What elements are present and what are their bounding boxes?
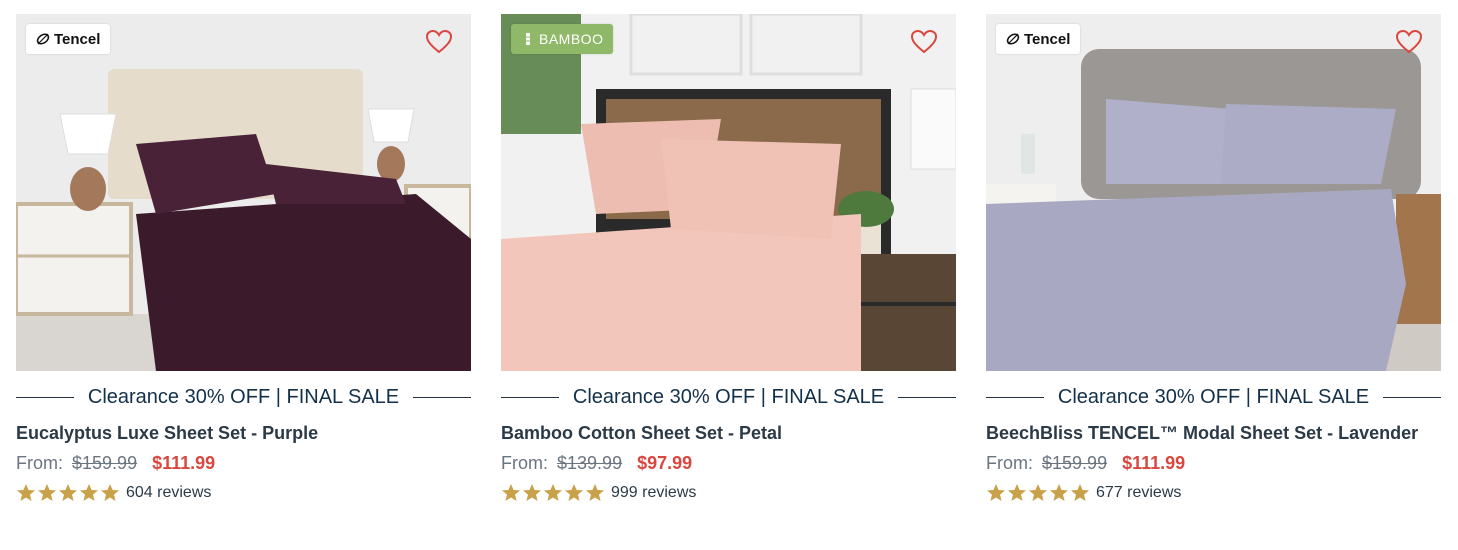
star-icon <box>586 484 604 501</box>
star-icon <box>1029 484 1047 501</box>
product-title[interactable]: Bamboo Cotton Sheet Set - Petal <box>501 419 956 447</box>
promo-text: Clearance 30% OFF | FINAL SALE <box>87 385 400 408</box>
divider <box>986 396 1044 398</box>
wishlist-heart-icon[interactable] <box>1395 28 1423 56</box>
product-card[interactable]: BAMBOO Clearance 30% OFF | FINAL SALE Ba… <box>501 14 956 507</box>
product-image[interactable]: BAMBOO <box>501 14 956 371</box>
from-label: From: <box>16 453 63 473</box>
review-count[interactable]: 999 reviews <box>611 484 696 502</box>
brand-badge-label: BAMBOO <box>539 31 604 47</box>
sale-price: $97.99 <box>637 453 693 473</box>
brand-badge: Tencel <box>996 24 1081 54</box>
product-title[interactable]: BeechBliss TENCEL™ Modal Sheet Set - Lav… <box>986 419 1441 447</box>
product-card[interactable]: Tencel Clearance 30% OFF | FINAL SALE Eu… <box>16 14 471 507</box>
divider <box>413 396 471 398</box>
leaf-icon <box>1006 33 1020 45</box>
bedroom-photo <box>501 14 956 371</box>
brand-badge-label: Tencel <box>1024 30 1071 48</box>
original-price: $139.99 <box>557 453 623 473</box>
sale-price: $111.99 <box>1122 453 1186 473</box>
star-icon <box>17 484 35 501</box>
star-icon <box>1008 484 1026 501</box>
promo-banner: Clearance 30% OFF | FINAL SALE <box>501 383 956 411</box>
star-icon <box>565 484 583 501</box>
bedroom-photo <box>986 14 1441 371</box>
wishlist-heart-icon[interactable] <box>910 28 938 56</box>
original-price: $159.99 <box>1042 453 1108 473</box>
star-rating <box>986 483 1090 503</box>
product-image[interactable]: Tencel <box>986 14 1441 371</box>
leaf-icon <box>36 33 50 45</box>
divider <box>16 396 74 398</box>
divider <box>501 396 559 398</box>
review-count[interactable]: 677 reviews <box>1096 484 1181 502</box>
from-label: From: <box>986 453 1033 473</box>
divider <box>898 396 956 398</box>
star-icon <box>101 484 119 501</box>
star-icon <box>502 484 520 501</box>
star-icon <box>59 484 77 501</box>
promo-text: Clearance 30% OFF | FINAL SALE <box>572 385 885 408</box>
promo-banner: Clearance 30% OFF | FINAL SALE <box>986 383 1441 411</box>
star-icon <box>544 484 562 501</box>
promo-text: Clearance 30% OFF | FINAL SALE <box>1057 385 1370 408</box>
star-rating <box>501 483 605 503</box>
sale-price: $111.99 <box>152 453 216 473</box>
price-row: From: $159.99 $111.99 <box>16 449 471 477</box>
rating-row[interactable]: 677 reviews <box>986 479 1441 507</box>
star-icon <box>1050 484 1068 501</box>
star-icon <box>987 484 1005 501</box>
product-title[interactable]: Eucalyptus Luxe Sheet Set - Purple <box>16 419 471 447</box>
star-icon <box>80 484 98 501</box>
brand-badge: Tencel <box>26 24 111 54</box>
rating-row[interactable]: 999 reviews <box>501 479 956 507</box>
brand-badge: BAMBOO <box>511 24 614 54</box>
rating-row[interactable]: 604 reviews <box>16 479 471 507</box>
divider <box>1383 396 1441 398</box>
from-label: From: <box>501 453 548 473</box>
price-row: From: $139.99 $97.99 <box>501 449 956 477</box>
star-rating <box>16 483 120 503</box>
product-card[interactable]: Tencel Clearance 30% OFF | FINAL SALE Be… <box>986 14 1441 507</box>
review-count[interactable]: 604 reviews <box>126 484 211 502</box>
bedroom-photo <box>16 14 471 371</box>
star-icon <box>1071 484 1089 501</box>
star-icon <box>38 484 56 501</box>
star-icon <box>523 484 541 501</box>
promo-banner: Clearance 30% OFF | FINAL SALE <box>16 383 471 411</box>
brand-badge-label: Tencel <box>54 30 101 48</box>
original-price: $159.99 <box>72 453 138 473</box>
product-image[interactable]: Tencel <box>16 14 471 371</box>
price-row: From: $159.99 $111.99 <box>986 449 1441 477</box>
wishlist-heart-icon[interactable] <box>425 28 453 56</box>
bamboo-icon <box>526 33 530 45</box>
